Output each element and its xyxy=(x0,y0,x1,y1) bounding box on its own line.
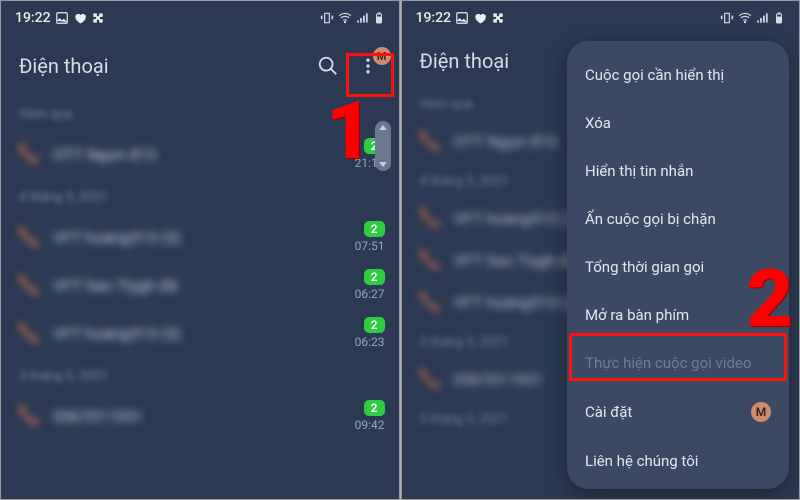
contact-name: OTT Ngọn đ13 xyxy=(454,132,558,151)
sim-badge: 2 xyxy=(364,269,385,285)
contact-name: 0567011931 xyxy=(53,407,143,426)
avatar: M xyxy=(751,402,771,422)
status-bar: 19:22 xyxy=(402,1,800,31)
menu-item-delete[interactable]: Xóa xyxy=(567,99,789,147)
call-time: 06:23 xyxy=(355,335,385,349)
sim-badge: 2 xyxy=(364,221,385,237)
image-icon xyxy=(55,11,69,25)
section-label: 3 tháng 5, 2021 xyxy=(1,357,399,392)
battery-icon xyxy=(373,11,385,25)
contact-name: VFT hoàng513 (3) xyxy=(454,209,582,228)
screen-2: 19:22 Điện thoại Hôm qua OTT Ngọn đ13 xyxy=(401,0,800,500)
call-log-row[interactable]: 0567011931 2 09:42 xyxy=(1,392,399,440)
heart-icon xyxy=(73,11,87,25)
contact-name: VFT hoàng513 (3) xyxy=(53,228,181,247)
step-2-label: 2 xyxy=(747,259,793,339)
puzzle-icon xyxy=(91,11,105,25)
call-time: 07:51 xyxy=(355,239,385,253)
battery-icon xyxy=(773,11,785,25)
call-log-row[interactable]: VFT hoàng513 (3) 2 07:51 xyxy=(1,213,399,261)
status-time: 19:22 xyxy=(15,10,51,26)
wifi-icon xyxy=(337,11,353,25)
incoming-call-icon xyxy=(416,128,442,154)
incoming-call-icon xyxy=(15,224,41,250)
sim-badge: 2 xyxy=(364,317,385,333)
screen-1: 19:22 Điện thoại M xyxy=(0,0,400,500)
sim-badge: 2 xyxy=(364,400,385,416)
incoming-call-icon xyxy=(416,289,442,315)
menu-item-hide-blocked[interactable]: Ẩn cuộc gọi bị chặn xyxy=(567,195,789,243)
call-log-row[interactable]: VFT hoàng513 (3) 2 06:23 xyxy=(1,309,399,357)
incoming-call-icon xyxy=(15,141,41,167)
step-1-label: 1 xyxy=(326,91,372,171)
contact-name: VFT Sao Tìygh đã xyxy=(454,251,578,270)
page-title: Điện thoại xyxy=(19,54,109,78)
vibrate-icon xyxy=(320,11,334,25)
search-icon xyxy=(317,55,339,77)
puzzle-icon xyxy=(491,11,505,25)
status-time: 19:22 xyxy=(416,10,452,26)
call-time: 09:42 xyxy=(355,418,385,432)
signal-icon xyxy=(356,11,370,25)
contact-name: VFT hoàng513 (3) xyxy=(454,293,582,312)
incoming-call-icon xyxy=(416,247,442,273)
call-time: 06:27 xyxy=(355,287,385,301)
image-icon xyxy=(455,11,469,25)
contact-name: 0567011931 xyxy=(454,370,544,389)
wifi-icon xyxy=(737,11,753,25)
incoming-call-icon xyxy=(15,320,41,346)
page-title: Điện thoại xyxy=(420,49,510,73)
section-label: 4 tháng 5, 2021 xyxy=(1,178,399,213)
menu-item-show-messages[interactable]: Hiển thị tin nhắn xyxy=(567,147,789,195)
menu-item-show-calls[interactable]: Cuộc gọi cần hiển thị xyxy=(567,51,789,99)
incoming-call-icon xyxy=(15,403,41,429)
signal-icon xyxy=(756,11,770,25)
incoming-call-icon xyxy=(416,205,442,231)
incoming-call-icon xyxy=(416,366,442,392)
heart-icon xyxy=(473,11,487,25)
menu-item-contact-us[interactable]: Liên hệ chúng tôi xyxy=(567,437,789,485)
vibrate-icon xyxy=(720,11,734,25)
contact-name: OTT Ngọn đ13 xyxy=(53,145,157,164)
call-log-row[interactable]: VFT Sao Tìygh đã 2 06:27 xyxy=(1,261,399,309)
search-button[interactable] xyxy=(311,49,345,83)
menu-item-settings[interactable]: Cài đặt M xyxy=(567,387,789,437)
contact-name: VFT Sao Tìygh đã xyxy=(53,276,177,295)
contact-name: VFT hoàng513 (3) xyxy=(53,324,181,343)
status-bar: 19:22 xyxy=(1,1,399,31)
incoming-call-icon xyxy=(15,272,41,298)
